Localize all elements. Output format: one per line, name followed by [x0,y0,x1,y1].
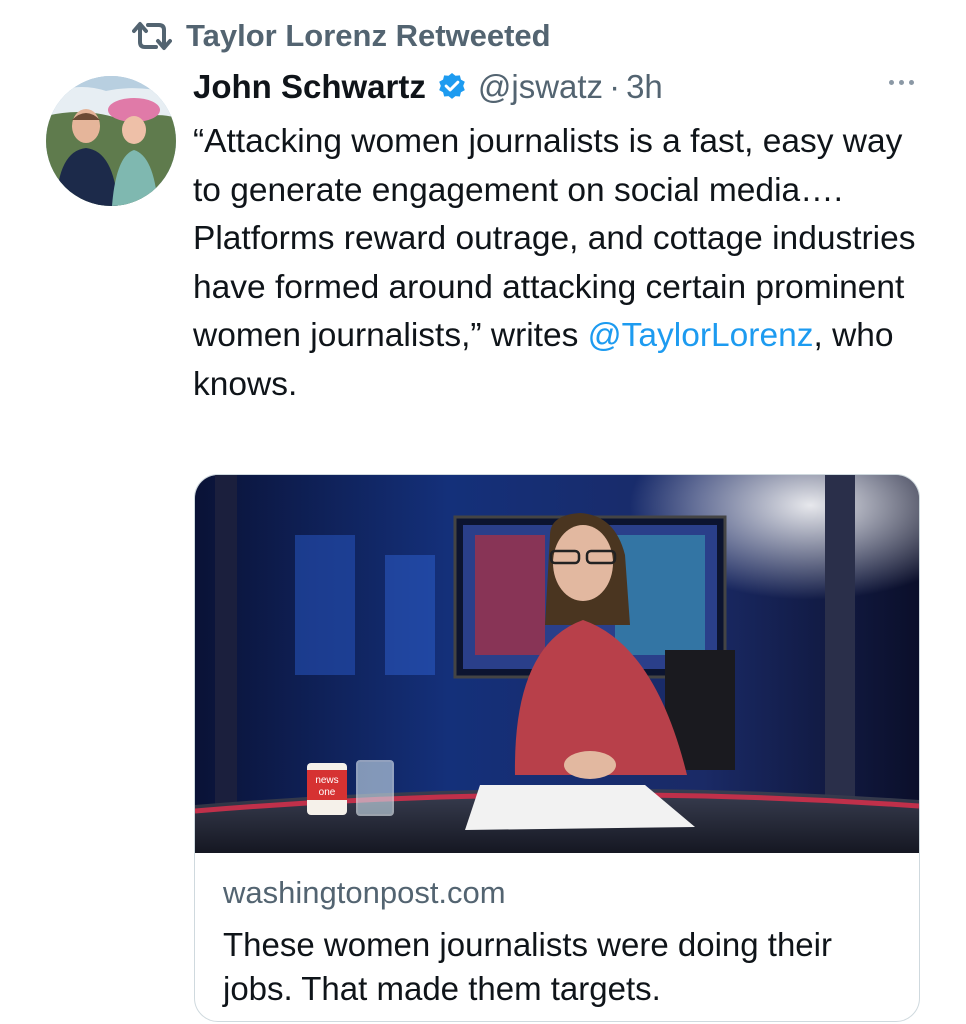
card-title: These women journalists were doing their… [223,926,832,1007]
mention-link[interactable]: @TaylorLorenz [588,317,814,354]
avatar[interactable] [46,76,176,206]
mug-text-line1: news [315,775,338,786]
retweet-label: Taylor Lorenz Retweeted [186,18,551,53]
header-separator: · [609,68,621,105]
verified-badge-icon [436,71,468,103]
tweet-header: John Schwartz @jswatz · 3h [193,68,926,106]
retweet-context[interactable]: Taylor Lorenz Retweeted [132,18,551,54]
card-domain: washingtonpost.com [223,875,506,910]
tweet-text: “Attacking women journalists is a fast, … [193,118,933,409]
mug-text-line2: one [319,787,336,798]
card-image: news one [195,475,919,853]
tweet-timestamp[interactable]: 3h [626,68,663,106]
more-options-icon[interactable] [889,80,914,85]
author-handle[interactable]: @jswatz [478,68,603,106]
author-name[interactable]: John Schwartz [193,68,426,106]
retweet-icon [132,20,172,52]
link-card[interactable]: news one washingtonpost.com These women … [194,474,920,1022]
